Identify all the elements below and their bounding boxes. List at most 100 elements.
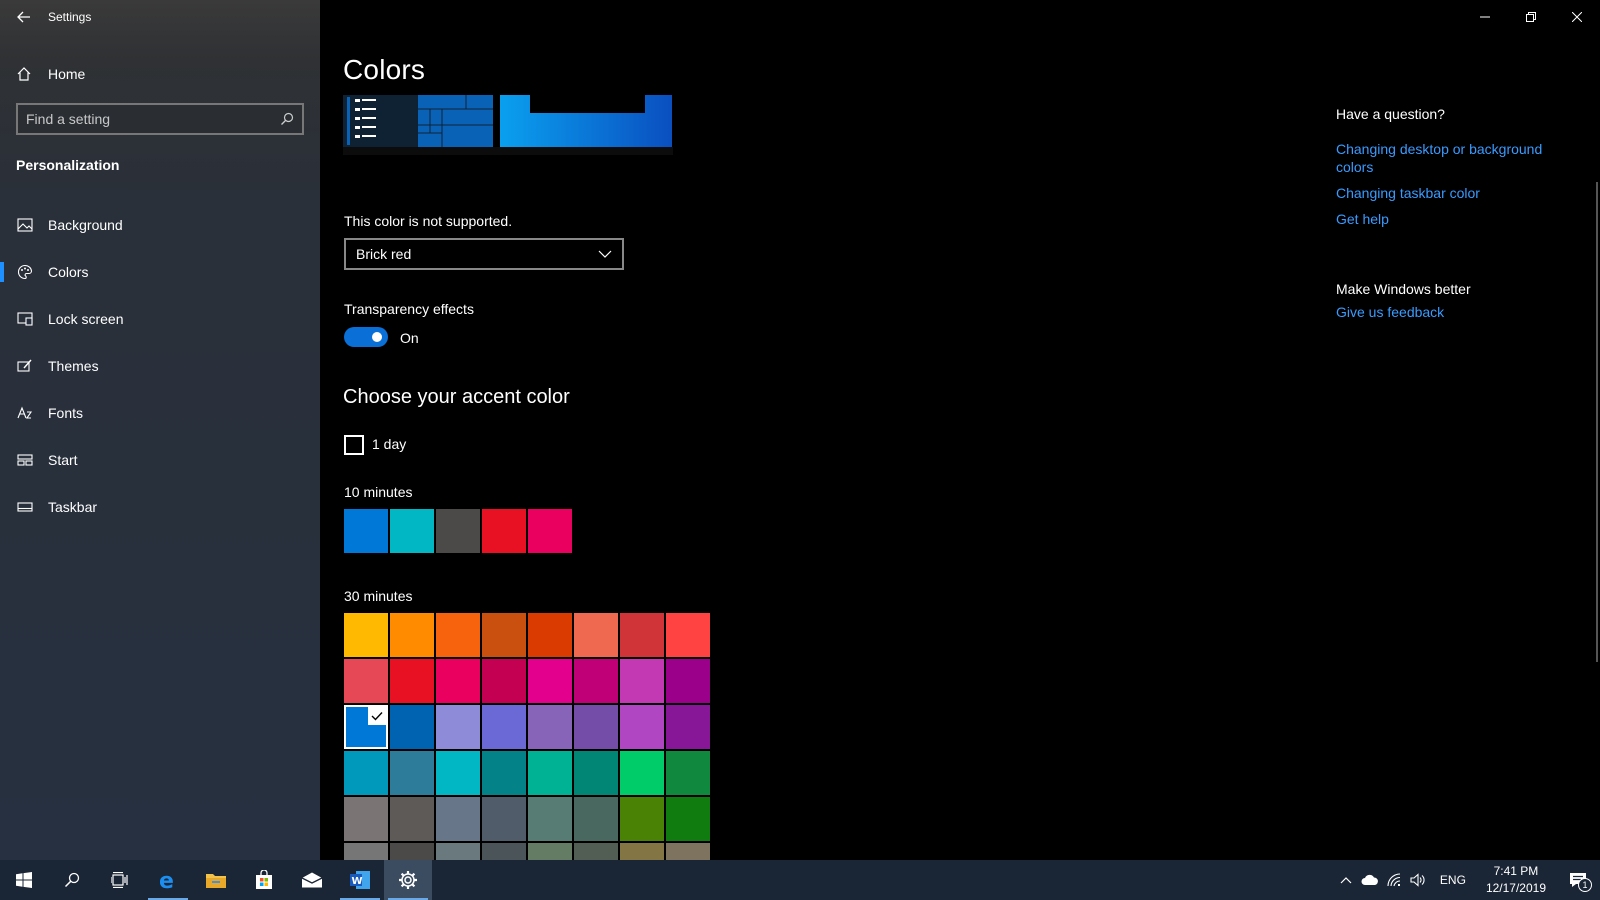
color-swatch[interactable]	[390, 659, 434, 703]
color-swatch[interactable]	[344, 509, 388, 553]
color-swatch[interactable]	[344, 751, 388, 795]
color-swatch[interactable]	[482, 797, 526, 841]
color-swatch[interactable]	[482, 613, 526, 657]
sidebar-item-lock-screen[interactable]: Lock screen	[0, 295, 320, 342]
color-swatch[interactable]	[390, 705, 434, 749]
sidebar-item-start[interactable]: Start	[0, 436, 320, 483]
color-swatch[interactable]	[574, 705, 618, 749]
color-swatch[interactable]	[528, 659, 572, 703]
color-swatch[interactable]	[344, 797, 388, 841]
taskbar: e W ENG 7:41 PM 12/17/2019 1	[0, 860, 1600, 900]
edge-button[interactable]: e	[144, 860, 192, 900]
action-center-button[interactable]: 1	[1556, 860, 1600, 900]
close-button[interactable]	[1554, 0, 1600, 34]
link-desktop-colors[interactable]: Changing desktop or background colors	[1336, 140, 1556, 176]
color-swatch[interactable]	[666, 751, 710, 795]
color-swatch[interactable]	[344, 613, 388, 657]
color-swatch[interactable]	[574, 613, 618, 657]
color-swatch[interactable]	[344, 843, 388, 860]
color-swatch[interactable]	[390, 797, 434, 841]
onedrive-button[interactable]	[1358, 860, 1382, 900]
taskbar-search-button[interactable]	[48, 860, 96, 900]
sidebar-item-taskbar[interactable]: Taskbar	[0, 483, 320, 530]
color-swatch[interactable]	[528, 751, 572, 795]
color-swatch[interactable]	[344, 659, 388, 703]
link-get-help[interactable]: Get help	[1336, 210, 1556, 228]
color-swatch[interactable]	[574, 797, 618, 841]
file-explorer-button[interactable]	[192, 860, 240, 900]
mail-button[interactable]	[288, 860, 336, 900]
color-swatch[interactable]	[482, 659, 526, 703]
word-button[interactable]: W	[336, 860, 384, 900]
color-swatch[interactable]	[666, 705, 710, 749]
color-swatch[interactable]	[482, 751, 526, 795]
store-button[interactable]	[240, 860, 288, 900]
monitor-icon	[16, 310, 34, 328]
transparency-toggle[interactable]	[344, 327, 388, 347]
sidebar-item-background[interactable]: Background	[0, 201, 320, 248]
sidebar-item-label: Themes	[48, 357, 99, 374]
task-view-button[interactable]	[96, 860, 144, 900]
start-layout-icon	[16, 451, 34, 469]
auto-accent-checkbox[interactable]	[344, 435, 364, 455]
dropdown-value: Brick red	[356, 246, 412, 262]
link-feedback[interactable]: Give us feedback	[1336, 303, 1556, 321]
color-swatch[interactable]	[390, 751, 434, 795]
color-swatch[interactable]	[390, 613, 434, 657]
color-swatch[interactable]	[436, 797, 480, 841]
clock[interactable]: 7:41 PM 12/17/2019	[1476, 863, 1556, 897]
color-swatch[interactable]	[620, 751, 664, 795]
volume-button[interactable]	[1406, 860, 1430, 900]
search-box[interactable]	[16, 103, 304, 135]
color-swatch[interactable]	[620, 659, 664, 703]
settings-button[interactable]	[384, 860, 432, 900]
back-button[interactable]	[0, 0, 48, 34]
color-swatch[interactable]	[436, 613, 480, 657]
color-swatch[interactable]	[528, 843, 572, 860]
color-swatch[interactable]	[482, 509, 526, 553]
color-swatch[interactable]	[620, 613, 664, 657]
color-swatch[interactable]	[574, 659, 618, 703]
search-icon[interactable]	[280, 112, 294, 126]
color-swatch-selected[interactable]	[344, 705, 388, 749]
color-swatch[interactable]	[620, 843, 664, 860]
color-swatch[interactable]	[666, 659, 710, 703]
color-swatch[interactable]	[620, 797, 664, 841]
sidebar-item-fonts[interactable]: Fonts	[0, 389, 320, 436]
color-swatch[interactable]	[436, 843, 480, 860]
color-swatch[interactable]	[528, 613, 572, 657]
accent-color-palette	[344, 613, 710, 860]
color-swatch[interactable]	[528, 705, 572, 749]
start-button[interactable]	[0, 860, 48, 900]
color-swatch[interactable]	[390, 843, 434, 860]
color-swatch[interactable]	[666, 613, 710, 657]
color-swatch[interactable]	[574, 843, 618, 860]
color-swatch[interactable]	[574, 751, 618, 795]
network-button[interactable]	[1382, 860, 1406, 900]
color-swatch[interactable]	[436, 751, 480, 795]
input-language[interactable]: ENG	[1430, 873, 1476, 887]
color-swatch[interactable]	[482, 705, 526, 749]
show-hidden-icons-button[interactable]	[1334, 860, 1358, 900]
color-swatch[interactable]	[666, 843, 710, 860]
color-swatch[interactable]	[436, 659, 480, 703]
color-swatch[interactable]	[436, 705, 480, 749]
home-nav-item[interactable]: Home	[0, 56, 320, 92]
color-swatch[interactable]	[436, 509, 480, 553]
restore-button[interactable]	[1508, 0, 1554, 34]
accent-color-heading: Choose your accent color	[343, 386, 570, 408]
page-title: Colors	[343, 54, 426, 85]
scrollbar[interactable]	[1596, 182, 1598, 662]
color-swatch[interactable]	[528, 797, 572, 841]
search-input[interactable]	[26, 111, 280, 127]
minimize-button[interactable]	[1462, 0, 1508, 34]
color-mode-dropdown[interactable]: Brick red	[344, 238, 624, 270]
link-taskbar-color[interactable]: Changing taskbar color	[1336, 184, 1556, 202]
sidebar-item-colors[interactable]: Colors	[0, 248, 320, 295]
sidebar-item-themes[interactable]: Themes	[0, 342, 320, 389]
color-swatch[interactable]	[390, 509, 434, 553]
color-swatch[interactable]	[528, 509, 572, 553]
color-swatch[interactable]	[620, 705, 664, 749]
color-swatch[interactable]	[666, 797, 710, 841]
color-swatch[interactable]	[482, 843, 526, 860]
